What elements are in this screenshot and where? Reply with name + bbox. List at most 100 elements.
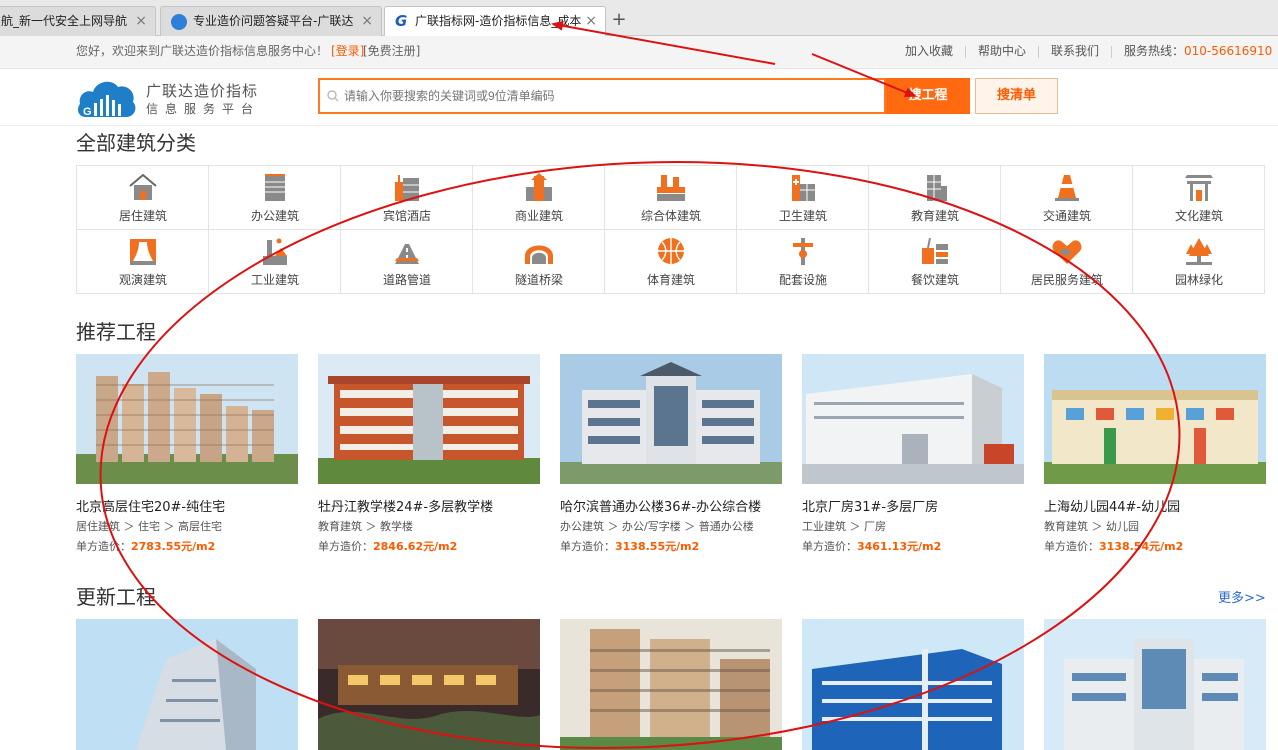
category-label: 道路管道 — [382, 273, 431, 287]
divider — [1111, 46, 1112, 58]
project-photo[interactable] — [560, 354, 782, 484]
add-favorite-link[interactable]: 加入收藏 — [905, 36, 953, 67]
tab-label: 广联指标网-造价指标信息_成本 — [415, 14, 581, 28]
updated-project-photo[interactable] — [1044, 619, 1266, 750]
culture-gate-icon — [1185, 175, 1213, 201]
category-label: 隧道桥梁 — [514, 273, 563, 287]
recommended-title: 推荐工程 — [76, 320, 156, 344]
project-category-path: 办公建筑 ＞ 办公/写字楼 ＞ 普通办公楼 — [560, 520, 754, 533]
category-commercial[interactable]: 商业建筑 — [473, 166, 605, 230]
updated-project-photo[interactable] — [76, 619, 298, 750]
tunnel-bridge-icon — [525, 245, 553, 264]
price-label: 单方造价： — [560, 540, 615, 553]
project-card[interactable]: 北京厂房31#-多层厂房 工业建筑 ＞ 厂房 单方造价：3461.13元/m2 — [802, 354, 1024, 554]
tab-close-icon[interactable]: × — [135, 7, 147, 36]
project-title[interactable]: 北京厂房31#-多层厂房 — [802, 496, 938, 515]
road-icon — [395, 244, 419, 264]
tab-close-icon[interactable]: × — [361, 7, 373, 36]
category-industrial[interactable]: 工业建筑 — [209, 230, 341, 294]
search-input[interactable] — [344, 80, 874, 112]
project-photo[interactable] — [1044, 354, 1266, 484]
tab-label: 专业造价问题答疑平台-广联达 — [193, 14, 354, 28]
help-center-link[interactable]: 帮助中心 — [978, 36, 1026, 67]
project-photo[interactable] — [76, 354, 298, 484]
search-box — [318, 78, 886, 114]
price-value: 2783.55元/m2 — [131, 540, 216, 553]
project-title[interactable]: 上海幼儿园44#-幼儿园 — [1044, 496, 1180, 515]
updated-project-photo[interactable] — [802, 619, 1024, 750]
category-label: 卫生建筑 — [778, 209, 827, 223]
divider — [965, 46, 966, 58]
category-education[interactable]: 教育建筑 — [869, 166, 1001, 230]
search-project-button[interactable]: 搜工程 — [886, 78, 970, 114]
theater-icon — [130, 239, 156, 265]
category-residential[interactable]: 居住建筑 — [77, 166, 209, 230]
browser-tab-2[interactable]: 专业造价问题答疑平台-广联达 × — [160, 6, 382, 37]
contact-us-link[interactable]: 联系我们 — [1051, 36, 1099, 67]
updated-project-photo[interactable] — [560, 619, 782, 750]
project-price: 单方造价：3138.55元/m2 — [560, 538, 699, 554]
project-title[interactable]: 北京高层住宅20#-纯住宅 — [76, 496, 225, 515]
category-label: 办公建筑 — [250, 209, 299, 223]
house-icon — [129, 173, 157, 200]
category-label: 教育建筑 — [910, 209, 959, 223]
school-icon — [927, 175, 947, 201]
search-list-button[interactable]: 搜清单 — [975, 78, 1058, 114]
browser-tab-3-active[interactable]: G 广联指标网-造价指标信息_成本 × — [384, 6, 606, 37]
project-card[interactable]: 上海幼儿园44#-幼儿园 教育建筑 ＞ 幼儿园 单方造价：3138.54元/m2 — [1044, 354, 1266, 554]
category-label: 工业建筑 — [250, 273, 299, 287]
price-value: 3461.13元/m2 — [857, 540, 942, 553]
project-card[interactable]: 哈尔滨普通办公楼36#-办公综合楼 办公建筑 ＞ 办公/写字楼 ＞ 普通办公楼 … — [560, 354, 782, 554]
hotline-label: 服务热线： — [1124, 44, 1185, 58]
cloud-logo-icon[interactable]: G — [76, 75, 138, 119]
category-label: 商业建筑 — [514, 209, 563, 223]
project-title[interactable]: 牡丹江教学楼24#-多层教学楼 — [318, 496, 493, 515]
new-tab-button[interactable]: + — [608, 9, 630, 31]
updated-project-photo[interactable] — [318, 619, 540, 750]
category-facility[interactable]: 配套设施 — [737, 230, 869, 294]
traffic-cone-icon — [1055, 175, 1079, 201]
project-card[interactable]: 北京高层住宅20#-纯住宅 居住建筑 ＞ 住宅 ＞ 高层住宅 单方造价：2783… — [76, 354, 298, 554]
category-label: 餐饮建筑 — [910, 273, 959, 287]
tab-close-icon[interactable]: × — [585, 7, 597, 36]
category-label: 观演建筑 — [118, 273, 167, 287]
project-photo[interactable] — [802, 354, 1024, 484]
project-category-path: 工业建筑 ＞ 厂房 — [802, 520, 886, 533]
project-title[interactable]: 哈尔滨普通办公楼36#-办公综合楼 — [560, 496, 761, 515]
category-road[interactable]: 道路管道 — [341, 230, 473, 294]
facility-icon — [793, 238, 813, 265]
register-link[interactable]: [免费注册] — [363, 36, 420, 67]
category-theater[interactable]: 观演建筑 — [77, 230, 209, 294]
category-hotel[interactable]: 宾馆酒店 — [341, 166, 473, 230]
browser-tab-1[interactable]: 航_新一代安全上网导航 × — [0, 6, 156, 37]
price-label: 单方造价： — [76, 540, 131, 553]
category-health[interactable]: 卫生建筑 — [737, 166, 869, 230]
category-label: 配套设施 — [778, 273, 827, 287]
site-favicon-icon — [171, 14, 187, 30]
complex-icon — [657, 175, 685, 201]
category-complex[interactable]: 综合体建筑 — [605, 166, 737, 230]
dining-icon — [922, 237, 948, 264]
category-dining[interactable]: 餐饮建筑 — [869, 230, 1001, 294]
category-transport[interactable]: 交通建筑 — [1001, 166, 1133, 230]
category-grid: 居住建筑 办公建筑 宾馆酒店 商业建筑 综合体建筑 卫生建筑 教育建筑 交通建筑… — [76, 165, 1265, 294]
price-value: 2846.62元/m2 — [373, 540, 458, 553]
handshake-icon — [1052, 240, 1082, 264]
project-category-path: 居住建筑 ＞ 住宅 ＞ 高层住宅 — [76, 520, 222, 533]
category-resident-service[interactable]: 居民服务建筑 — [1001, 230, 1133, 294]
project-card[interactable]: 牡丹江教学楼24#-多层教学楼 教育建筑 ＞ 教学楼 单方造价：2846.62元… — [318, 354, 540, 554]
commercial-icon — [526, 173, 552, 201]
category-tunnel-bridge[interactable]: 隧道桥梁 — [473, 230, 605, 294]
price-value: 3138.55元/m2 — [615, 540, 700, 553]
category-landscape[interactable]: 园林绿化 — [1133, 230, 1265, 294]
price-label: 单方造价： — [318, 540, 373, 553]
login-link[interactable]: [登录] — [331, 36, 364, 67]
category-sports[interactable]: 体育建筑 — [605, 230, 737, 294]
more-link[interactable]: 更多>> — [1218, 587, 1266, 606]
category-office[interactable]: 办公建筑 — [209, 166, 341, 230]
category-culture[interactable]: 文化建筑 — [1133, 166, 1265, 230]
project-photo[interactable] — [318, 354, 540, 484]
top-info-bar: 您好，欢迎来到广联达造价指标信息服务中心！ [登录] [免费注册] 加入收藏 帮… — [0, 36, 1278, 69]
category-label: 交通建筑 — [1042, 209, 1091, 223]
project-category-path: 教育建筑 ＞ 教学楼 — [318, 520, 413, 533]
